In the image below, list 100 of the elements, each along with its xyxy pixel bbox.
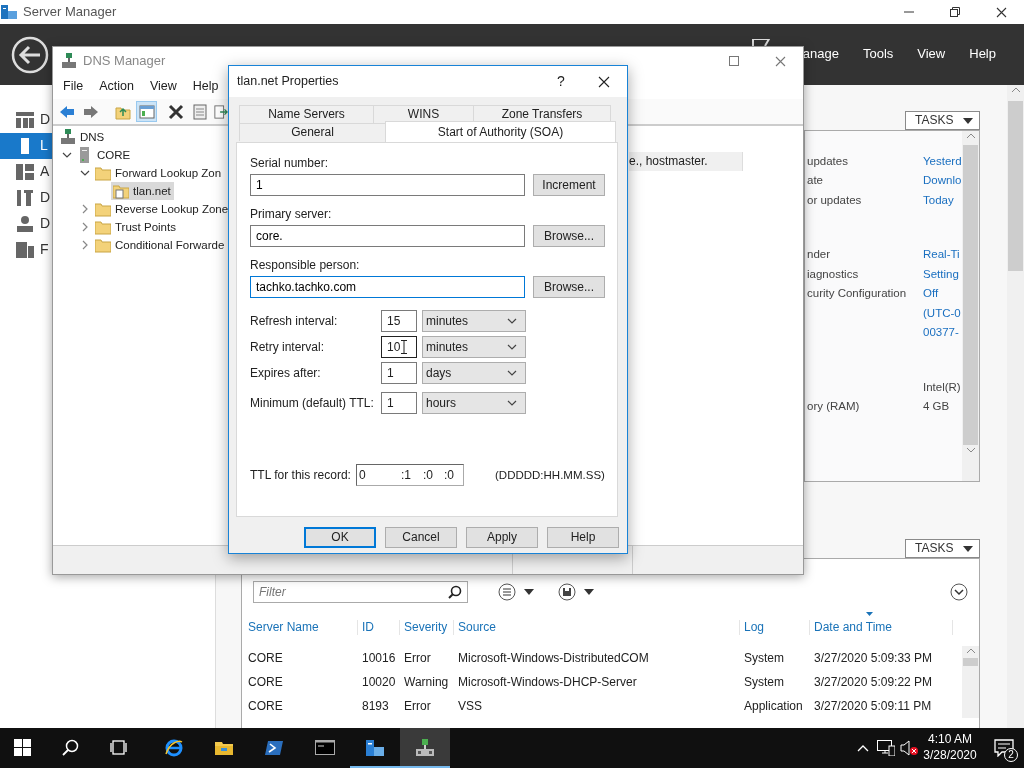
scroll-up-icon[interactable]	[965, 646, 976, 656]
scroll-up-icon[interactable]	[1010, 85, 1021, 95]
scrollbar-thumb[interactable]	[963, 145, 978, 445]
notifications-button[interactable]: 2	[984, 728, 1024, 768]
dialog-button[interactable]: Help	[547, 527, 619, 548]
scrollbar-thumb[interactable]	[963, 658, 978, 666]
tasks-button[interactable]: TASKS	[905, 539, 980, 558]
increment-button[interactable]: Increment	[533, 174, 605, 196]
dropdown[interactable]: minutes	[422, 310, 526, 332]
column-header[interactable]: Log	[740, 619, 810, 635]
clock-button[interactable]: 4:10 AM 3/28/2020	[920, 732, 980, 764]
expand-chevron-icon[interactable]	[80, 240, 90, 250]
browse-button[interactable]: Browse...	[533, 225, 605, 247]
taskbar-app-button[interactable]	[400, 728, 450, 768]
property-link[interactable]: (UTC-0	[923, 305, 961, 320]
column-header[interactable]: Source	[454, 619, 740, 635]
task-view-icon	[110, 739, 130, 757]
dialog-button[interactable]: OK	[304, 527, 376, 548]
scrollbar[interactable]	[1007, 85, 1024, 728]
sidebar-item[interactable]: D	[0, 185, 52, 211]
ttl-field[interactable]: 0 :1 :0 :0	[356, 464, 464, 486]
tasks-button[interactable]: TASKS	[905, 111, 980, 130]
tree-item[interactable]: tlan.net	[111, 182, 174, 200]
sidebar-item[interactable]: L	[0, 133, 52, 159]
property-link[interactable]: Today	[923, 192, 954, 207]
property-link[interactable]: Real-Ti	[923, 247, 960, 262]
column-header[interactable]: Severity	[400, 619, 454, 635]
table-cell-text: System	[743, 674, 785, 690]
scroll-down-icon[interactable]	[965, 445, 976, 455]
menu-item[interactable]: Help	[969, 46, 996, 63]
scrollbar-thumb[interactable]	[1008, 101, 1023, 271]
tree-item[interactable]: DNS	[58, 128, 108, 146]
column-header[interactable]: ID	[358, 619, 400, 635]
sidebar-item[interactable]: F	[0, 237, 52, 263]
table-cell-text: Microsoft-Windows-DHCP-Server	[457, 674, 638, 690]
expand-button[interactable]	[950, 583, 968, 601]
sidebar-item[interactable]: D	[0, 107, 52, 133]
tree-item[interactable]: Trust Points	[93, 218, 179, 236]
collapse-chevron-icon[interactable]	[80, 168, 90, 178]
menu-item[interactable]: View	[141, 79, 185, 95]
property-link[interactable]: Setting	[923, 266, 959, 281]
record-cell[interactable]: e., hostmaster.	[629, 152, 743, 171]
menu-item[interactable]: File	[55, 79, 92, 95]
menu-item[interactable]: Action	[91, 79, 142, 95]
search-icon[interactable]	[448, 585, 462, 599]
tree-item[interactable]: Reverse Lookup Zone	[93, 200, 228, 218]
help-button[interactable]: ?	[541, 72, 581, 91]
back-button[interactable]	[11, 35, 49, 74]
table-cell-text: CORE	[247, 698, 284, 714]
list-view-button[interactable]	[498, 583, 534, 601]
text-field[interactable]: core.	[250, 225, 525, 247]
collapse-chevron-icon[interactable]	[62, 150, 72, 160]
number-field[interactable]: 1	[381, 362, 417, 384]
dropdown[interactable]: days	[422, 362, 526, 384]
save-menu-button[interactable]	[558, 583, 594, 601]
property-label: curity Configuration	[807, 286, 908, 301]
monitor-icon	[876, 740, 895, 756]
property-link[interactable]: 00377-	[923, 325, 959, 340]
tree-item[interactable]: Forward Lookup Zon	[93, 164, 225, 182]
text-field[interactable]: tachko.tachko.com	[250, 276, 525, 298]
property-link[interactable]: Downlo	[923, 173, 962, 188]
expand-chevron-icon[interactable]	[80, 204, 90, 214]
scrollbar[interactable]	[962, 131, 979, 481]
table-cell-text: 10016	[361, 650, 397, 666]
filter-field[interactable]: Filter	[253, 581, 468, 603]
menu-item[interactable]: Help	[184, 79, 227, 95]
table-cell-text: 10020	[361, 674, 397, 690]
property-link[interactable]: Off	[923, 286, 939, 301]
table-cell-text: CORE	[247, 650, 284, 666]
properties-icon	[191, 103, 208, 120]
scrollbar[interactable]	[962, 646, 979, 718]
chevron-down-icon	[507, 398, 517, 408]
text-field[interactable]: 1	[250, 174, 525, 196]
column-header[interactable]: Date and Time	[810, 619, 953, 635]
number-field[interactable]: 10	[381, 336, 417, 358]
number-field[interactable]: 1	[381, 392, 417, 414]
menu-item[interactable]: View	[917, 46, 946, 63]
dialog-button[interactable]: Apply	[466, 527, 538, 548]
scroll-up-icon[interactable]	[965, 131, 976, 141]
tab[interactable]: Name Servers	[239, 105, 374, 123]
menu-item[interactable]: anage	[802, 46, 839, 63]
number-field[interactable]: 15	[381, 310, 417, 332]
tab[interactable]: General	[239, 123, 386, 141]
menu-item[interactable]: Tools	[862, 46, 894, 63]
expand-chevron-icon[interactable]	[80, 222, 90, 232]
dialog-button[interactable]: Cancel	[385, 527, 457, 548]
sidebar-item[interactable]: D	[0, 211, 52, 237]
column-header[interactable]: Server Name	[244, 619, 358, 635]
browse-button[interactable]: Browse...	[533, 276, 605, 298]
console-icon	[315, 739, 335, 757]
tab[interactable]: Start of Authority (SOA)	[385, 121, 616, 142]
dropdown[interactable]: hours	[422, 392, 526, 414]
tree-item[interactable]: Conditional Forwarde	[93, 236, 228, 254]
files-icon	[16, 242, 34, 258]
tree-item[interactable]: CORE	[75, 146, 134, 164]
sidebar-item[interactable]: A	[0, 159, 52, 185]
dropdown[interactable]: minutes	[422, 336, 526, 358]
property-link[interactable]: Yesterd	[923, 153, 962, 168]
field-label: Expires after:	[250, 365, 322, 381]
flag-icon[interactable]	[752, 39, 770, 46]
